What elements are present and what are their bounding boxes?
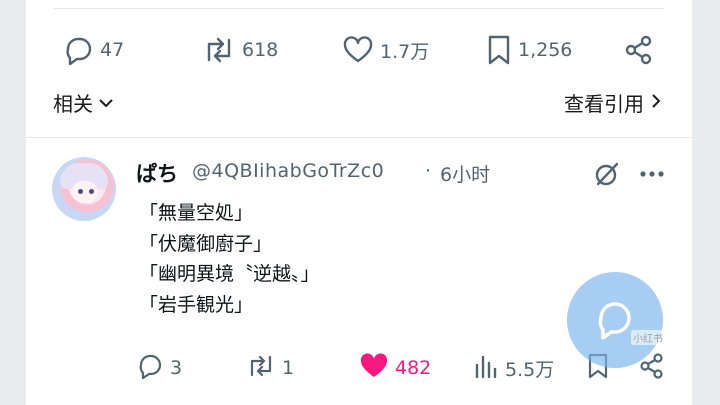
like-button[interactable]: 1.7万 [342, 28, 429, 72]
tweet-text: 「無量空処」 「伏魔御廚子」 「幽明異境〝逆越〟」 「岩手観光」 [139, 198, 320, 320]
text-line: 「幽明異境〝逆越〟」 [139, 263, 320, 285]
chevron-down-icon [97, 91, 115, 115]
text-line: 「岩手観光」 [139, 293, 254, 316]
views-button[interactable]: 5.5万 [473, 349, 554, 387]
user-handle[interactable]: @4QBIihabGoTrZc0 [192, 160, 384, 182]
bookmark-icon [486, 34, 512, 66]
like-icon [342, 36, 374, 64]
quotes-label: 查看引用 [564, 92, 644, 116]
reply-count: 47 [100, 39, 125, 61]
repost-count: 1 [282, 357, 295, 379]
repost-icon [246, 353, 276, 384]
watermark: 小红书 [631, 330, 665, 345]
avatar[interactable] [52, 157, 116, 221]
like-count: 1.7万 [380, 40, 430, 63]
more-icon [638, 171, 666, 190]
divider [26, 137, 692, 138]
divider [54, 8, 664, 9]
related-toggle[interactable]: 相关 [53, 88, 115, 117]
repost-button[interactable]: 1 [246, 349, 294, 387]
more-button[interactable] [638, 162, 666, 186]
grok-button[interactable] [593, 160, 621, 188]
share-button[interactable] [623, 28, 655, 72]
views-count: 5.5万 [505, 358, 555, 381]
repost-button[interactable]: 618 [202, 28, 278, 72]
reply-button[interactable]: 3 [136, 349, 182, 387]
chat-fab-button[interactable] [567, 272, 663, 368]
reply-count: 3 [170, 357, 183, 379]
tweet-action-bar: 47 618 1.7万 1,256 [26, 28, 692, 72]
related-label: 相关 [53, 92, 93, 116]
view-quotes-link[interactable]: 查看引用 [564, 88, 662, 117]
reply-icon [62, 35, 94, 65]
views-icon [473, 353, 499, 384]
repost-count: 618 [242, 39, 279, 61]
like-button[interactable]: 482 [359, 349, 431, 387]
bookmark-count: 1,256 [518, 39, 573, 61]
grok-icon [593, 162, 621, 192]
text-line: 「伏魔御廚子」 [139, 232, 273, 255]
text-line: 「無量空処」 [139, 202, 254, 224]
separator: · [425, 160, 432, 182]
like-count: 482 [395, 357, 432, 379]
reply-button[interactable]: 47 [62, 28, 124, 72]
display-name[interactable]: ぱち [136, 158, 178, 188]
bookmark-button[interactable]: 1,256 [486, 28, 572, 72]
timeline-card: 47 618 1.7万 1,256 相关 查看引用 ぱち @4QBIihabGo… [26, 0, 692, 405]
share-icon [623, 34, 655, 66]
timestamp[interactable]: 6小时 [440, 160, 490, 187]
reply-icon [136, 353, 164, 384]
like-icon [359, 352, 389, 384]
repost-icon [202, 36, 236, 64]
chevron-right-icon [650, 91, 662, 115]
